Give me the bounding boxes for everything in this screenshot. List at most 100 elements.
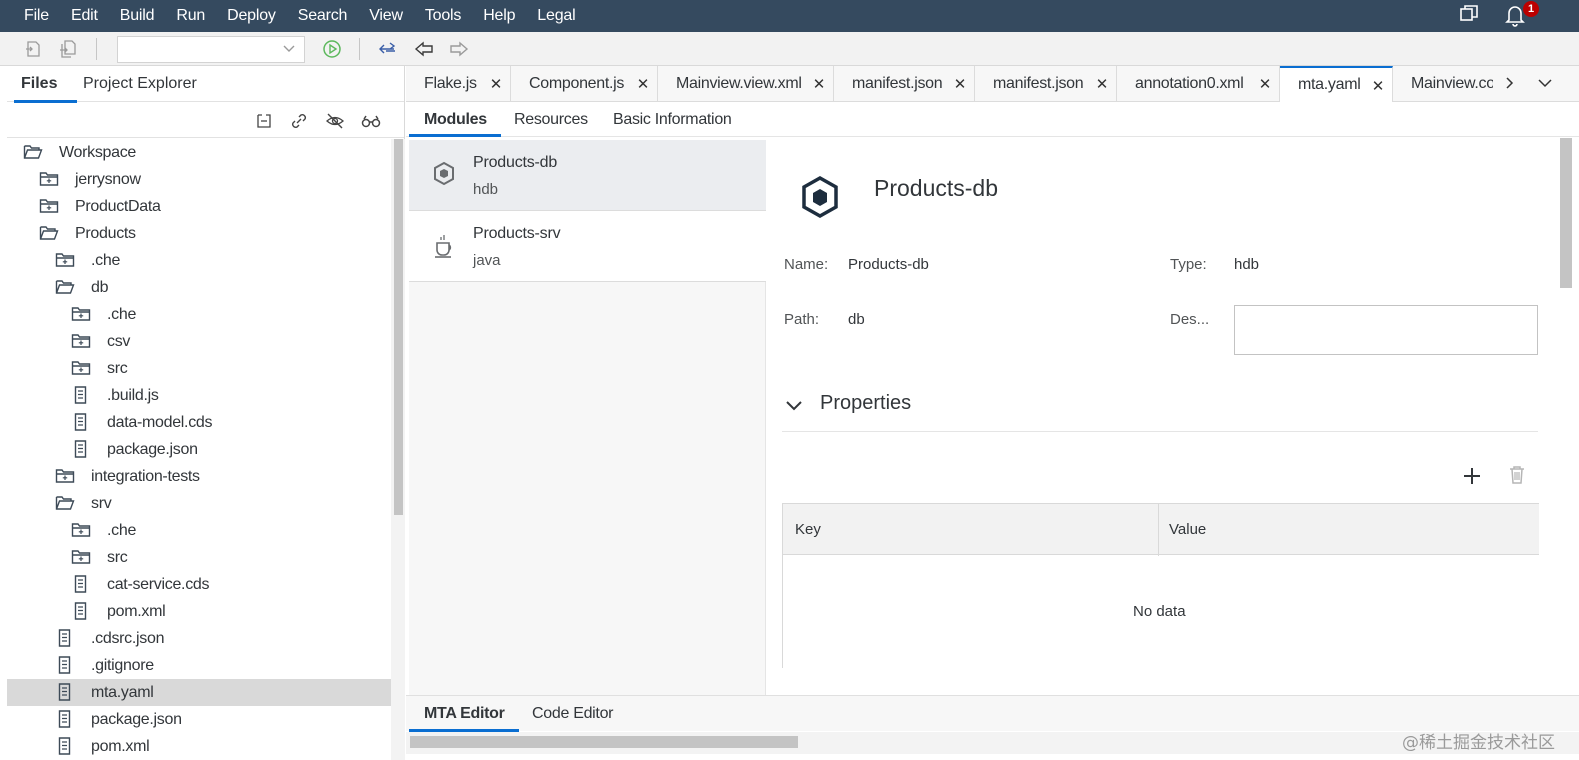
tree-item[interactable]: pom.xml bbox=[7, 733, 391, 760]
name-value[interactable]: Products-db bbox=[848, 256, 929, 273]
tab-modules[interactable]: Modules bbox=[424, 111, 487, 129]
tab-label: manifest.json bbox=[993, 75, 1084, 92]
run-icon[interactable] bbox=[321, 38, 343, 60]
menu-legal[interactable]: Legal bbox=[537, 7, 575, 25]
save-icon[interactable] bbox=[22, 38, 44, 60]
tab-flake-js[interactable]: Flake.js ✕ bbox=[406, 66, 511, 102]
scrollbar-thumb[interactable] bbox=[1560, 138, 1572, 288]
toggle-nav-icon[interactable] bbox=[377, 38, 399, 60]
tree-item[interactable]: .cdsrc.json bbox=[7, 625, 391, 652]
save-all-icon[interactable] bbox=[57, 38, 79, 60]
tree-item[interactable]: .build.js bbox=[7, 382, 391, 409]
run-config-select[interactable] bbox=[117, 36, 305, 63]
chevron-right-icon[interactable] bbox=[1500, 74, 1518, 92]
file-icon bbox=[55, 683, 75, 701]
forward-arrow-icon[interactable] bbox=[448, 38, 470, 60]
close-icon[interactable]: ✕ bbox=[1259, 75, 1272, 93]
tab-label: Flake.js bbox=[424, 75, 477, 92]
editor-mode-tabs: MTA Editor Code Editor bbox=[406, 695, 1579, 732]
collapse-all-icon[interactable] bbox=[253, 110, 275, 132]
module-type: java bbox=[473, 252, 501, 269]
tab-component-js[interactable]: Component.js ✕ bbox=[511, 66, 658, 102]
binoculars-icon[interactable] bbox=[360, 110, 382, 132]
tab-manifest-json-2[interactable]: manifest.json ✕ bbox=[975, 66, 1117, 102]
close-icon[interactable]: ✕ bbox=[813, 75, 826, 93]
menu-help[interactable]: Help bbox=[483, 7, 515, 25]
tab-basic-information[interactable]: Basic Information bbox=[613, 111, 732, 129]
chevron-down-icon[interactable] bbox=[784, 398, 804, 418]
editor-scrollbar[interactable] bbox=[1556, 138, 1579, 695]
menu-build[interactable]: Build bbox=[120, 7, 155, 25]
tree-item[interactable]: db bbox=[7, 274, 391, 301]
link-icon[interactable] bbox=[288, 110, 310, 132]
tab-files[interactable]: Files bbox=[21, 75, 57, 93]
folder-icon bbox=[39, 197, 59, 215]
close-icon[interactable]: ✕ bbox=[954, 75, 967, 93]
tab-project-explorer[interactable]: Project Explorer bbox=[83, 75, 197, 93]
menu-edit[interactable]: Edit bbox=[71, 7, 98, 25]
menu-tools[interactable]: Tools bbox=[425, 7, 462, 25]
tree-item[interactable]: .che bbox=[7, 247, 391, 274]
tree-item-label: .cdsrc.json bbox=[91, 630, 165, 647]
menu-search[interactable]: Search bbox=[298, 7, 348, 25]
close-icon[interactable]: ✕ bbox=[1096, 75, 1109, 93]
tree-item[interactable]: jerrysnow bbox=[7, 166, 391, 193]
tree-item[interactable]: ProductData bbox=[7, 193, 391, 220]
tree-item[interactable]: src bbox=[7, 544, 391, 571]
tab-mta-editor[interactable]: MTA Editor bbox=[424, 705, 505, 723]
module-name: Products-db bbox=[473, 154, 558, 171]
tree-item[interactable]: mta.yaml bbox=[7, 679, 391, 706]
description-label: Des... bbox=[1170, 311, 1210, 328]
tree-item[interactable]: data-model.cds bbox=[7, 409, 391, 436]
explorer-scrollbar[interactable] bbox=[391, 139, 405, 760]
tree-item[interactable]: integration-tests bbox=[7, 463, 391, 490]
folder-icon bbox=[39, 170, 59, 188]
tree-item[interactable]: package.json bbox=[7, 436, 391, 463]
key-column-header: Key bbox=[795, 521, 821, 538]
close-icon[interactable]: ✕ bbox=[490, 75, 503, 93]
menu-deploy[interactable]: Deploy bbox=[227, 7, 276, 25]
tree-item[interactable]: .gitignore bbox=[7, 652, 391, 679]
close-icon[interactable]: ✕ bbox=[1372, 77, 1385, 95]
tree-item[interactable]: Workspace bbox=[7, 139, 391, 166]
tab-mainview-controller[interactable]: Mainview.coı bbox=[1393, 66, 1493, 102]
scrollbar-thumb[interactable] bbox=[410, 736, 798, 748]
tree-item[interactable]: .che bbox=[7, 517, 391, 544]
chevron-down-icon[interactable] bbox=[1536, 74, 1554, 92]
module-detail: Products-db Name: Products-db Type: hdb … bbox=[782, 140, 1562, 695]
folder-open-icon bbox=[39, 224, 59, 242]
tree-item[interactable]: .che bbox=[7, 301, 391, 328]
delete-icon[interactable] bbox=[1508, 465, 1526, 489]
module-title: Products-db bbox=[874, 175, 999, 201]
tree-item[interactable]: pom.xml bbox=[7, 598, 391, 625]
tree-item[interactable]: cat-service.cds bbox=[7, 571, 391, 598]
path-value[interactable]: db bbox=[848, 311, 865, 328]
menu-file[interactable]: File bbox=[24, 7, 49, 25]
tree-item[interactable]: Products bbox=[7, 220, 391, 247]
hide-icon[interactable] bbox=[324, 110, 346, 132]
menu-view[interactable]: View bbox=[369, 7, 403, 25]
tree-item[interactable]: srv bbox=[7, 490, 391, 517]
tree-item[interactable]: csv bbox=[7, 328, 391, 355]
module-item-products-srv[interactable]: Products-srv java bbox=[409, 211, 766, 282]
windows-icon[interactable] bbox=[1458, 3, 1482, 27]
module-name: Products-srv bbox=[473, 225, 561, 242]
tab-manifest-json-1[interactable]: manifest.json ✕ bbox=[834, 66, 975, 102]
tab-annotation0-xml[interactable]: annotation0.xml ✕ bbox=[1117, 66, 1280, 102]
tab-mainview-view-xml[interactable]: Mainview.view.xml ✕ bbox=[658, 66, 834, 102]
tree-item[interactable]: src bbox=[7, 355, 391, 382]
file-icon bbox=[71, 413, 91, 431]
description-field[interactable] bbox=[1234, 305, 1538, 355]
properties-section-header[interactable]: Properties bbox=[782, 392, 1538, 432]
scrollbar-thumb[interactable] bbox=[394, 139, 403, 515]
back-arrow-icon[interactable] bbox=[413, 38, 435, 60]
module-item-products-db[interactable]: Products-db hdb bbox=[409, 140, 766, 211]
toolbar-separator bbox=[359, 38, 360, 60]
tab-mta-yaml[interactable]: mta.yaml ✕ bbox=[1280, 66, 1393, 102]
tab-code-editor[interactable]: Code Editor bbox=[532, 705, 614, 723]
close-icon[interactable]: ✕ bbox=[637, 75, 650, 93]
menu-run[interactable]: Run bbox=[176, 7, 205, 25]
add-property-button[interactable] bbox=[1462, 462, 1482, 493]
tree-item[interactable]: package.json bbox=[7, 706, 391, 733]
tab-resources[interactable]: Resources bbox=[514, 111, 588, 129]
